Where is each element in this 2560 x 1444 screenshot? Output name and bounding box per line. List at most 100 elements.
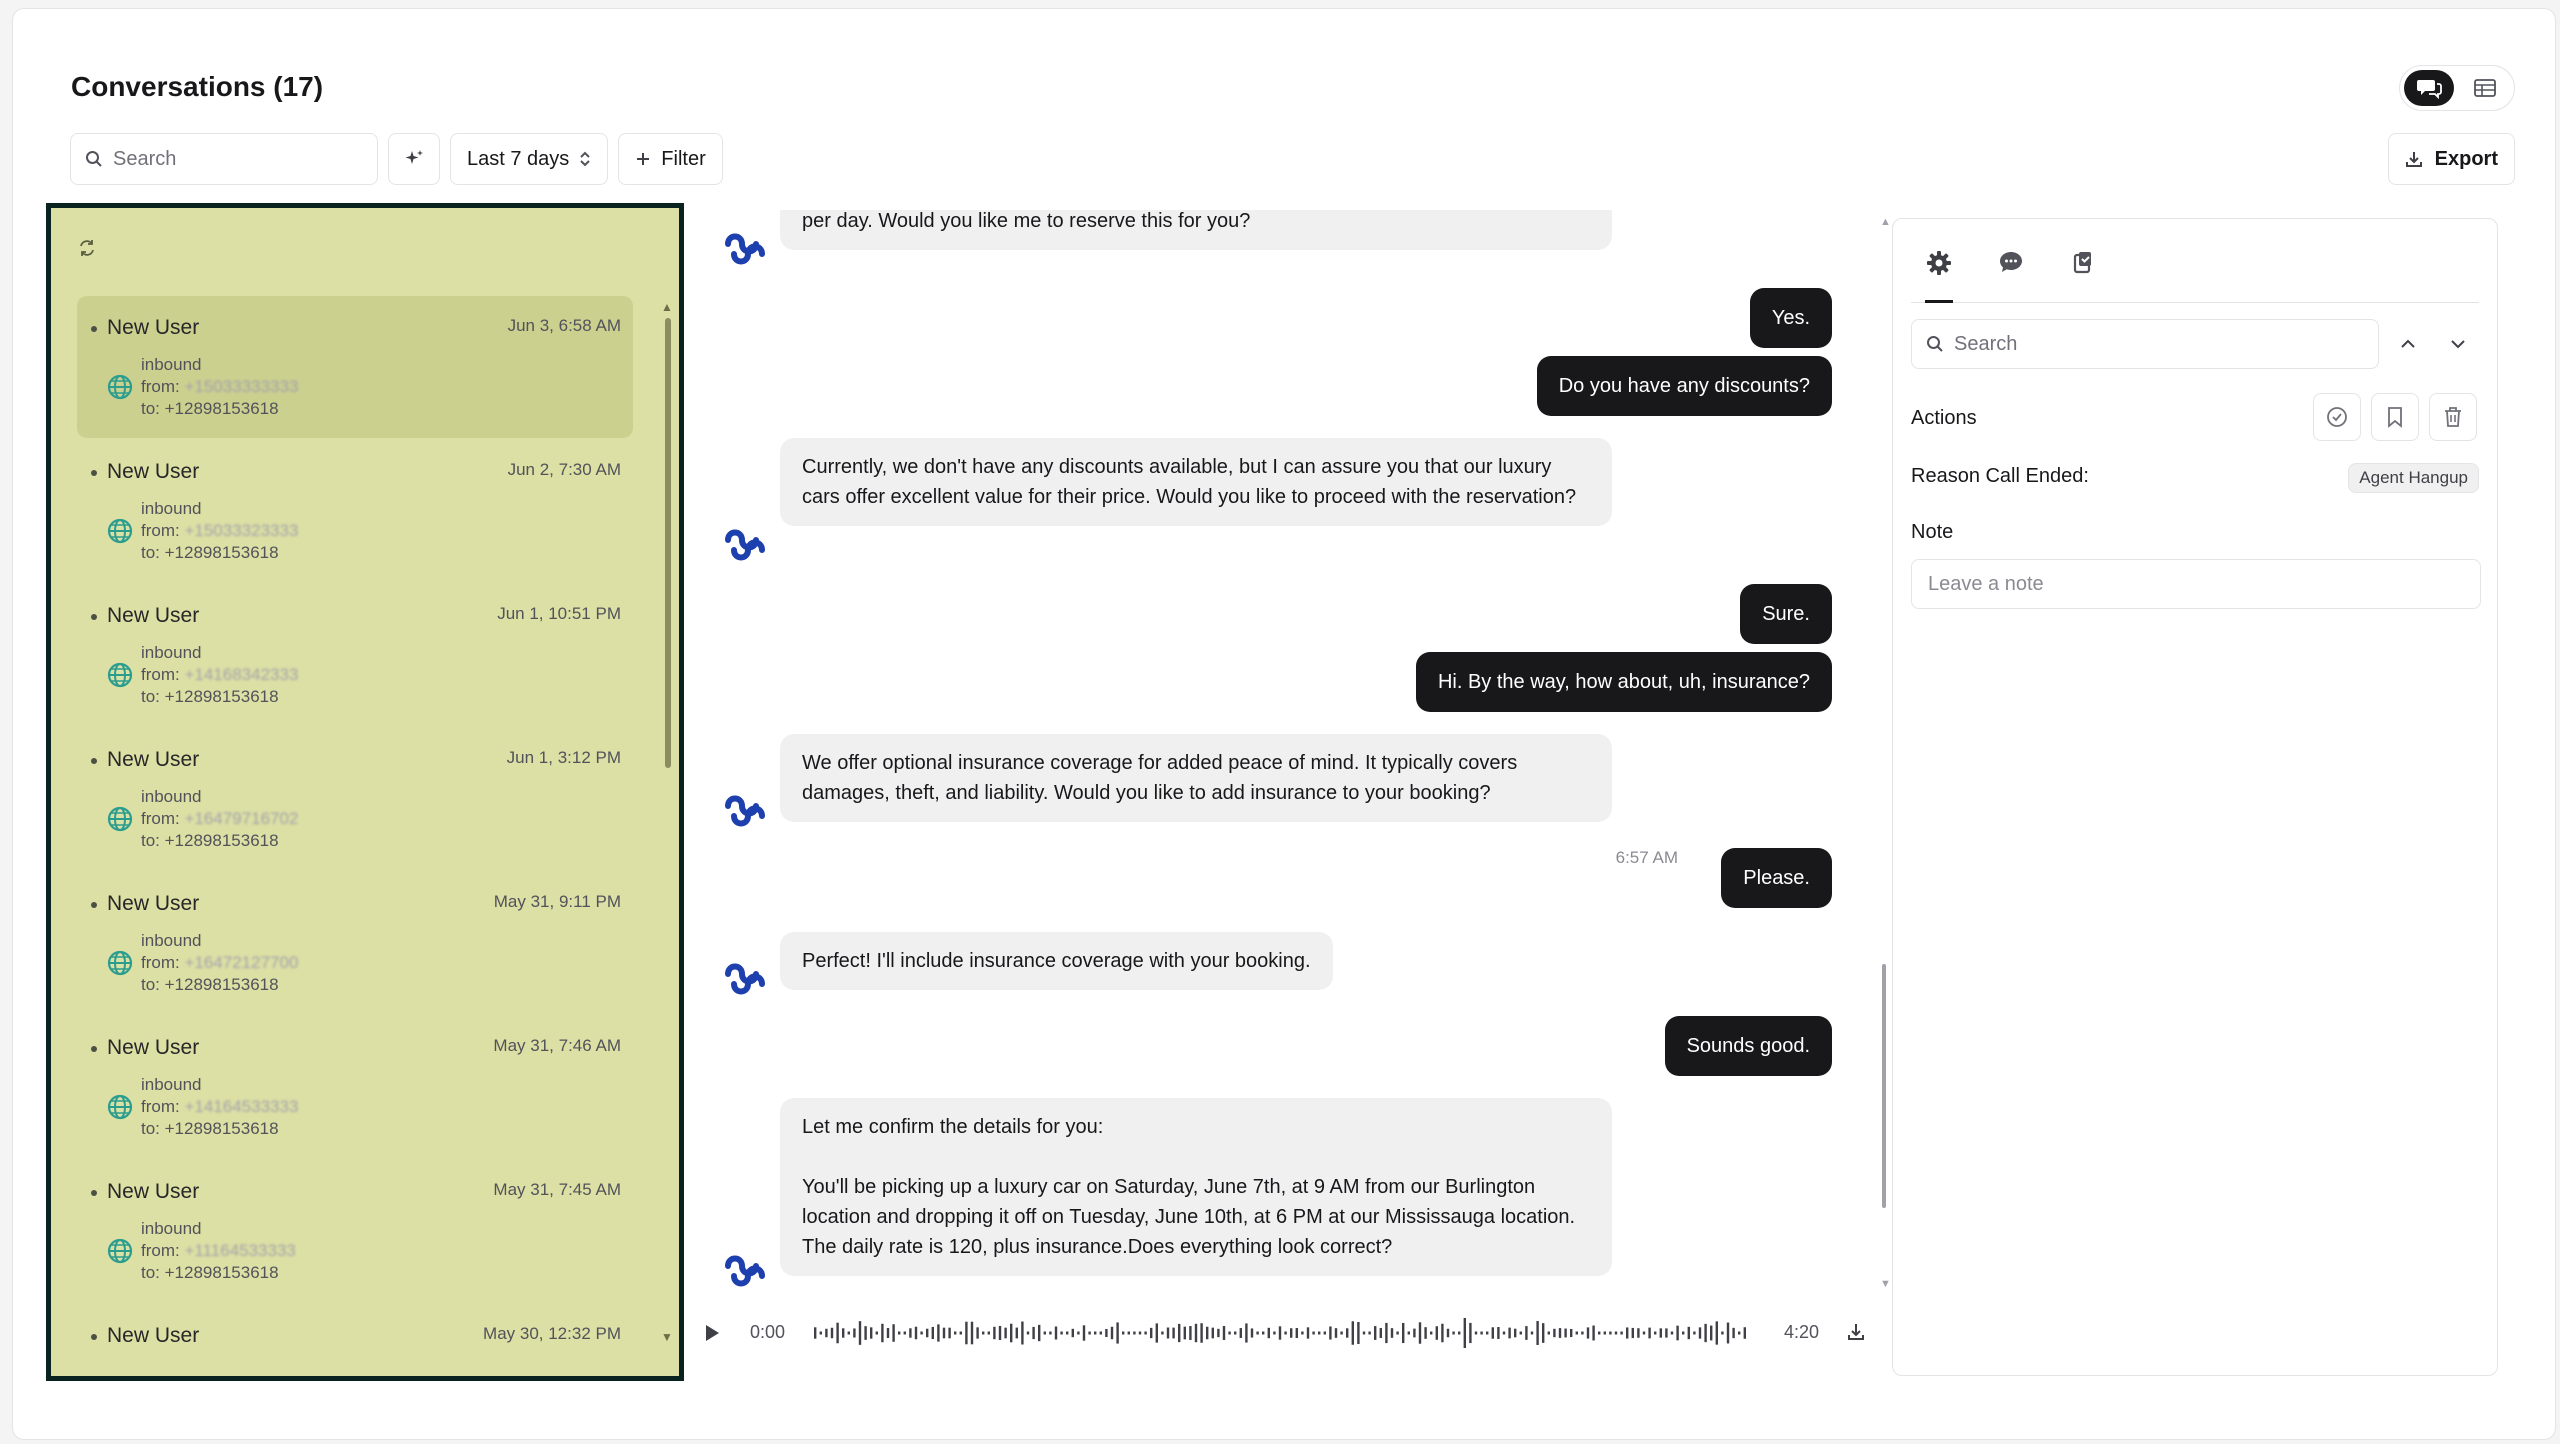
- chat-scrollbar-thumb[interactable]: [1882, 964, 1886, 1208]
- conversation-date: Jun 1, 3:12 PM: [506, 748, 621, 767]
- waveform-bar: [1150, 1327, 1153, 1339]
- waveform-bar: [1704, 1323, 1707, 1343]
- waveform-bar: [1038, 1324, 1041, 1342]
- filter-button[interactable]: Filter: [618, 133, 723, 185]
- waveform-bar: [903, 1331, 906, 1335]
- waveform-bar: [1637, 1328, 1640, 1338]
- search-icon: [1927, 336, 1943, 352]
- search-icon: [86, 151, 102, 167]
- agent-message: We offer optional insurance coverage for…: [780, 734, 1612, 822]
- conversation-item[interactable]: New User May 30, 12:32 PM: [77, 1304, 633, 1376]
- scroll-down-icon[interactable]: ▼: [1880, 1278, 1891, 1290]
- tab-notes[interactable]: [2065, 243, 2101, 301]
- waveform-bar: [1032, 1326, 1035, 1340]
- message-text: Sounds good.: [1686, 1035, 1810, 1057]
- mark-reviewed-button[interactable]: [2313, 393, 2361, 441]
- waveform-bar: [993, 1326, 996, 1340]
- waveform-bar: [1402, 1322, 1405, 1344]
- waveform-bar: [1312, 1331, 1315, 1335]
- waveform-bar: [1066, 1331, 1069, 1335]
- export-button[interactable]: Export: [2387, 133, 2515, 185]
- waveform-bar: [1374, 1326, 1377, 1340]
- conversation-item[interactable]: New User May 31, 7:45 AM inbound from: +111…: [77, 1160, 633, 1302]
- user-message: Sounds good.: [1664, 1016, 1832, 1076]
- to-number: to: +12898153618: [141, 1263, 279, 1282]
- waveform-bar: [1138, 1331, 1142, 1335]
- message-text: You'll be picking up a luxury car on Sat…: [802, 1176, 1576, 1258]
- date-range-select[interactable]: Last 7 days: [450, 133, 609, 185]
- conversation-item[interactable]: New User May 31, 7:46 AM inbound from: +141…: [77, 1016, 633, 1158]
- waveform-bar: [1385, 1322, 1388, 1344]
- waveform-bar: [1379, 1328, 1382, 1338]
- from-label: from:: [141, 377, 180, 396]
- waveform-bar: [948, 1327, 951, 1339]
- note-label: Note: [1911, 521, 1954, 543]
- conversation-item[interactable]: New User Jun 3, 6:58 AM inbound from: +1503…: [77, 296, 633, 438]
- waveform-bar: [1144, 1331, 1147, 1335]
- waveform-bar: [1396, 1331, 1399, 1335]
- chat-view-button[interactable]: [2404, 70, 2454, 106]
- scroll-up-icon[interactable]: ▲: [1880, 216, 1891, 228]
- waveform-bar: [1116, 1322, 1119, 1344]
- table-view-button[interactable]: [2460, 70, 2510, 106]
- waveform-bar: [830, 1327, 834, 1339]
- details-search[interactable]: [1911, 319, 2379, 369]
- download-audio-icon[interactable]: [1846, 1322, 1866, 1342]
- list-scrollbar-thumb[interactable]: [665, 318, 671, 768]
- chat-scrollbar[interactable]: ▲ ▼: [1880, 216, 1891, 1290]
- status-dot: [91, 470, 97, 476]
- from-value: +14168342333: [184, 665, 299, 684]
- ai-search-button[interactable]: [388, 133, 440, 185]
- list-scrollbar[interactable]: ▲ ▼: [661, 300, 673, 1344]
- next-match-button[interactable]: [2443, 329, 2473, 359]
- waveform-bar: [1329, 1326, 1332, 1340]
- tab-chat[interactable]: [1993, 243, 2029, 301]
- details-panel: Actions Reason Call Ended: Agent Hangup …: [1892, 218, 2498, 1376]
- conversation-date: Jun 3, 6:58 AM: [507, 316, 621, 335]
- details-search-input[interactable]: [1954, 332, 2354, 356]
- conversation-item[interactable]: New User Jun 2, 7:30 AM inbound from: +1503…: [77, 440, 633, 582]
- waveform-bar: [1508, 1327, 1511, 1339]
- tab-settings[interactable]: [1921, 243, 1957, 303]
- waveform-bar: [1362, 1331, 1366, 1335]
- chat-transcript[interactable]: per day. Would you like me to reserve th…: [716, 210, 1836, 1292]
- scroll-up-icon[interactable]: ▲: [661, 300, 673, 314]
- play-icon[interactable]: [704, 1324, 720, 1342]
- conversation-item[interactable]: New User Jun 1, 10:51 PM inbound from: +141…: [77, 584, 633, 726]
- conversation-search[interactable]: [70, 133, 378, 185]
- audio-waveform[interactable]: [812, 1316, 1752, 1350]
- waveform-bar: [1676, 1325, 1679, 1341]
- bookmark-button[interactable]: [2371, 393, 2419, 441]
- scroll-down-icon[interactable]: ▼: [661, 1330, 673, 1344]
- waveform-bar: [1351, 1321, 1354, 1345]
- chevron-up-icon: [2401, 339, 2415, 348]
- waveform-bar: [858, 1321, 862, 1345]
- previous-match-button[interactable]: [2393, 329, 2423, 359]
- conversation-item[interactable]: New User Jun 1, 3:12 PM inbound from: +1647…: [77, 728, 633, 870]
- search-input[interactable]: [113, 147, 353, 171]
- waveform-bar: [1609, 1331, 1612, 1335]
- waveform-bar: [1413, 1328, 1416, 1338]
- waveform-bar: [1054, 1326, 1058, 1340]
- conversation-item[interactable]: New User May 31, 9:11 PM inbound from: +164…: [77, 872, 633, 1014]
- refresh-button[interactable]: [77, 238, 97, 263]
- globe-icon: [107, 950, 133, 981]
- delete-button[interactable]: [2429, 393, 2477, 441]
- waveform-bar: [1262, 1331, 1265, 1335]
- message-text: Currently, we don't have any discounts a…: [802, 456, 1577, 508]
- download-icon: [2405, 152, 2422, 167]
- user-message: Hi. By the way, how about, uh, insurance…: [1415, 652, 1832, 712]
- conversation-meta: inbound from: +16472127700 to: +1289815361…: [141, 930, 298, 996]
- conversation-list-scroll[interactable]: New User Jun 3, 6:58 AM inbound from: +1503…: [77, 296, 633, 1376]
- table-view-icon: [2474, 79, 2496, 97]
- clipboard-check-icon: [2073, 252, 2091, 274]
- note-input[interactable]: [1911, 559, 2481, 609]
- waveform-bar: [1710, 1325, 1713, 1341]
- from-label: from:: [141, 953, 180, 972]
- from-label: from:: [141, 1241, 180, 1260]
- waveform-bar: [1172, 1327, 1175, 1339]
- waveform-bar: [1726, 1322, 1730, 1344]
- waveform-bar: [1211, 1327, 1214, 1339]
- waveform-bar: [1390, 1328, 1394, 1338]
- message-text: Let me confirm the details for you:: [802, 1116, 1104, 1138]
